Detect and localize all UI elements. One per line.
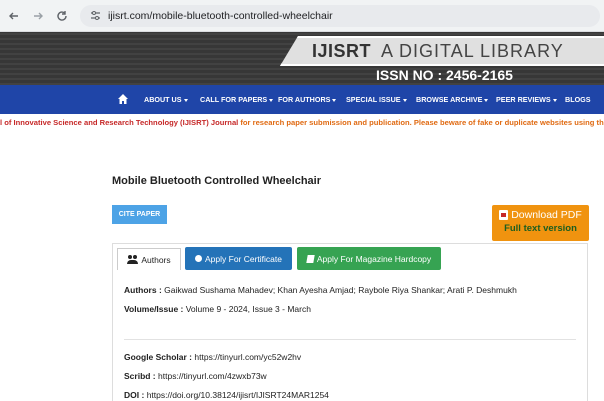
download-pdf-label: Download PDF xyxy=(511,209,582,221)
logo-main-text: IJISRT xyxy=(312,40,372,61)
authors-value: Gaikwad Sushama Mahadev; Khan Ayesha Amj… xyxy=(164,285,517,295)
authors-label: Authors : xyxy=(124,285,162,295)
scribd-label: Scribd : xyxy=(124,371,156,381)
nav-peer-reviews[interactable]: PEER REVIEWS xyxy=(496,95,557,104)
nav-about-us[interactable]: ABOUT US xyxy=(144,95,188,104)
forward-arrow-icon[interactable] xyxy=(26,4,50,28)
site-logo[interactable]: IJISRT A DIGITAL LIBRARY xyxy=(280,36,604,66)
logo-sub-text: A DIGITAL LIBRARY xyxy=(381,40,564,61)
doi-label: DOI : xyxy=(124,390,145,400)
nav-for-authors[interactable]: FOR AUTHORS xyxy=(278,95,337,104)
tab-authors-label: Authors xyxy=(141,254,171,265)
browser-toolbar: ijisrt.com/mobile-bluetooth-controlled-w… xyxy=(0,0,604,32)
pdf-file-icon xyxy=(499,210,509,220)
apply-certificate-button[interactable]: Apply For Certificate xyxy=(185,247,292,270)
address-bar[interactable]: ijisrt.com/mobile-bluetooth-controlled-w… xyxy=(80,4,600,27)
google-scholar-link[interactable]: https://tinyurl.com/yc52w2hv xyxy=(194,352,301,362)
volume-label: Volume/Issue : xyxy=(124,304,184,314)
caret-down-icon xyxy=(552,98,557,102)
scribd-row: Scribd : https://tinyurl.com/4zwxb73w xyxy=(124,371,267,381)
caret-down-icon xyxy=(332,98,337,102)
caret-down-icon xyxy=(402,98,407,102)
doi-link[interactable]: https://doi.org/10.38124/ijisrt/IJISRT24… xyxy=(147,390,329,400)
apply-magazine-label: Apply For Magazine Hardcopy xyxy=(316,253,432,264)
main-navigation: ABOUT US CALL FOR PAPERS FOR AUTHORS SPE… xyxy=(0,85,604,114)
volume-row: Volume/Issue : Volume 9 - 2024, Issue 3 … xyxy=(124,304,311,314)
notice-text: for research paper submission and public… xyxy=(238,118,604,127)
authors-row: Authors : Gaikwad Sushama Mahadev; Khan … xyxy=(124,285,517,295)
reload-icon[interactable] xyxy=(50,4,74,28)
download-pdf-button[interactable]: Download PDF Full text version xyxy=(492,205,589,241)
google-scholar-row: Google Scholar : https://tinyurl.com/yc5… xyxy=(124,352,301,362)
nav-blogs[interactable]: BLOGS xyxy=(565,95,591,104)
apply-magazine-button[interactable]: Apply For Magazine Hardcopy xyxy=(297,247,441,270)
paper-title: Mobile Bluetooth Controlled Wheelchair xyxy=(112,175,321,187)
home-icon[interactable] xyxy=(117,92,129,104)
nav-special-issue[interactable]: SPECIAL ISSUE xyxy=(346,95,407,104)
cite-paper-button[interactable]: CITE PAPER xyxy=(112,205,167,224)
url-text: ijisrt.com/mobile-bluetooth-controlled-w… xyxy=(108,9,333,22)
caret-down-icon xyxy=(183,98,188,102)
divider xyxy=(124,339,576,340)
caret-down-icon xyxy=(269,98,274,102)
apply-certificate-label: Apply For Certificate xyxy=(205,253,282,264)
tab-authors[interactable]: Authors xyxy=(117,248,181,270)
notice-journal-link[interactable]: l of Innovative Science and Research Tec… xyxy=(0,118,238,127)
back-arrow-icon[interactable] xyxy=(2,4,26,28)
users-icon xyxy=(127,255,139,264)
full-text-label: Full text version xyxy=(504,223,577,234)
doi-row: DOI : https://doi.org/10.38124/ijisrt/IJ… xyxy=(124,390,329,400)
volume-value: Volume 9 - 2024, Issue 3 - March xyxy=(185,304,311,314)
site-settings-icon[interactable] xyxy=(88,9,102,23)
book-icon xyxy=(306,254,315,263)
issn-number: ISSN NO : 2456-2165 xyxy=(376,67,513,83)
caret-down-icon xyxy=(484,98,489,102)
nav-call-for-papers[interactable]: CALL FOR PAPERS xyxy=(200,95,274,104)
nav-browse-archive[interactable]: BROWSE ARCHIVE xyxy=(416,95,489,104)
notice-marquee: l of Innovative Science and Research Tec… xyxy=(0,118,604,130)
google-scholar-label: Google Scholar : xyxy=(124,352,193,362)
site-banner: IJISRT A DIGITAL LIBRARY ISSN NO : 2456-… xyxy=(0,32,604,85)
certificate-icon xyxy=(195,255,202,262)
scribd-link[interactable]: https://tinyurl.com/4zwxb73w xyxy=(158,371,267,381)
